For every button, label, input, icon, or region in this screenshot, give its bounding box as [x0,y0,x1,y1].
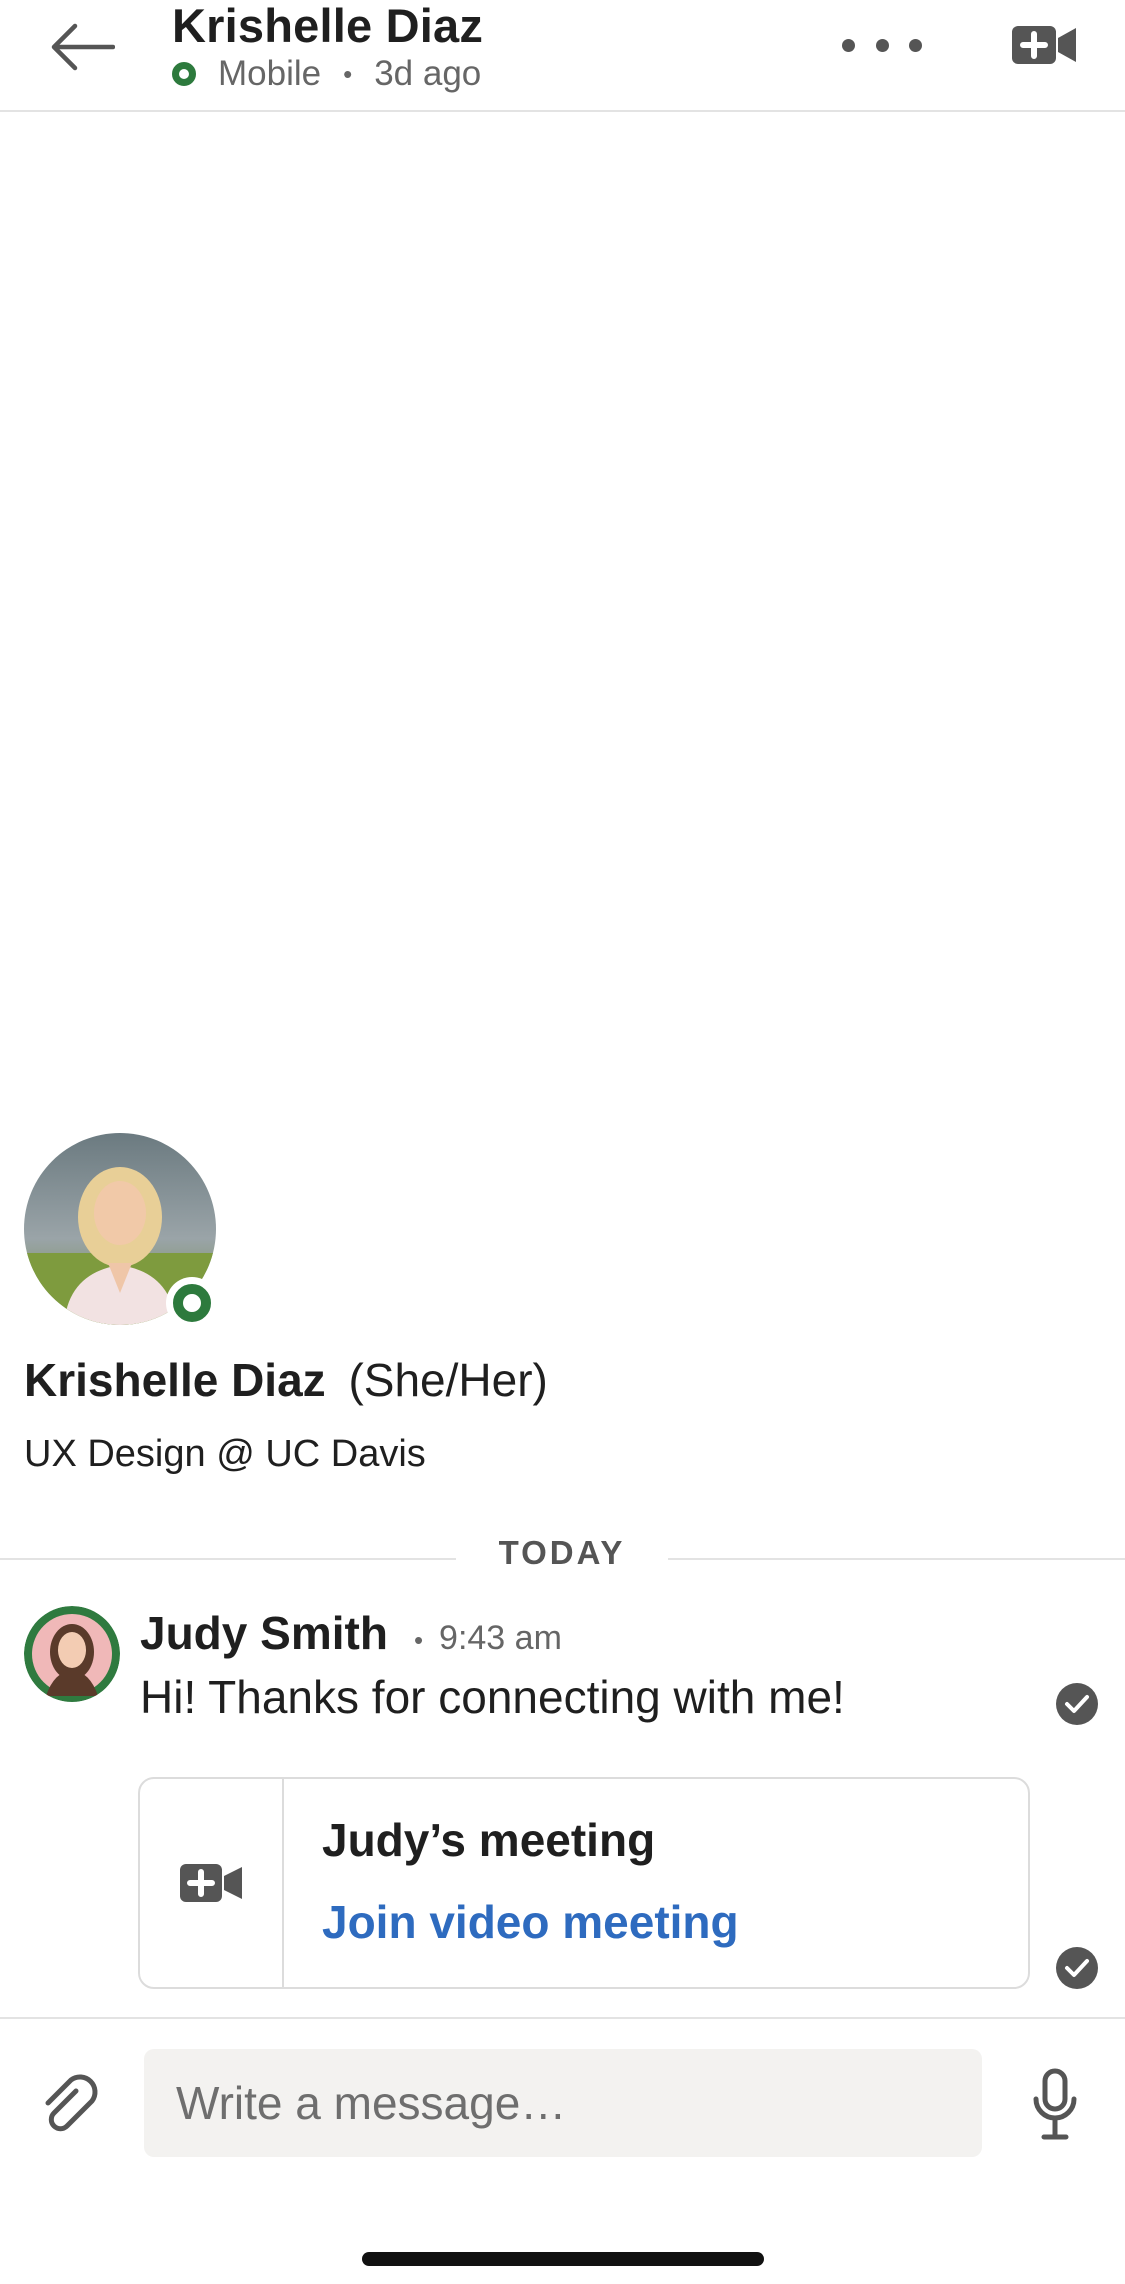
profile-name: Krishelle Diaz [24,1354,326,1406]
contact-name: Krishelle Diaz [172,0,484,52]
message-composer [0,2017,1125,2284]
presence-device: Mobile [218,54,322,93]
profile-headline: UX Design @ UC Davis [24,1433,426,1475]
voice-message-button[interactable] [1030,2067,1080,2143]
profile-pronouns: (She/Her) [348,1354,548,1406]
join-video-meeting-link[interactable]: Join video meeting [322,1895,739,1949]
more-horizontal-icon-dot [875,38,889,52]
checkmark-icon [1065,1695,1089,1713]
meeting-icon-cell [140,1779,284,1987]
online-status-badge [166,1277,218,1329]
header-title-block[interactable]: Krishelle Diaz Mobile • 3d ago [172,0,483,94]
online-status-icon [173,1284,211,1322]
read-receipt-icon [1056,1947,1098,1989]
message-timestamp: 9:43 am [439,1619,562,1657]
online-status-icon [172,62,196,86]
checkmark-icon [1065,1959,1089,1977]
back-arrow-icon [51,23,115,71]
sender-avatar[interactable] [24,1606,120,1702]
divider-line [0,1558,456,1560]
sender-photo [24,1606,120,1702]
more-options-button[interactable] [842,22,922,68]
attach-button[interactable] [36,2071,106,2141]
video-call-button[interactable] [1008,18,1080,72]
home-indicator [362,2252,764,2266]
presence-status: Mobile • 3d ago [172,54,483,94]
message-meta: Judy Smith • 9:43 am [140,1606,562,1660]
profile-name-row[interactable]: Krishelle Diaz (She/Her) [24,1352,548,1408]
video-meeting-icon [180,1864,242,1902]
day-divider-label: TODAY [498,1534,626,1571]
sender-name[interactable]: Judy Smith [140,1606,388,1660]
separator-dot: • [343,58,353,89]
video-meeting-card[interactable]: Judy’s meeting Join video meeting [138,1777,1030,1989]
meeting-title: Judy’s meeting [322,1814,656,1866]
last-active: 3d ago [374,54,482,93]
video-call-icon [1012,26,1076,64]
day-divider: TODAY [0,1534,1125,1578]
divider-line [668,1558,1125,1560]
messaging-conversation-screen: Krishelle Diaz Mobile • 3d ago Krishelle… [0,0,1125,2284]
message-text: Hi! Thanks for connecting with me! [140,1671,845,1723]
paperclip-icon [45,2074,98,2132]
conversation-header: Krishelle Diaz Mobile • 3d ago [0,0,1125,112]
more-horizontal-icon [842,38,855,52]
read-receipt-icon [1056,1683,1098,1725]
message-input[interactable] [144,2049,982,2157]
separator-dot: • [413,1625,424,1655]
more-horizontal-icon-dot [909,38,922,52]
back-button[interactable] [44,14,120,80]
microphone-icon [1033,2068,1077,2140]
